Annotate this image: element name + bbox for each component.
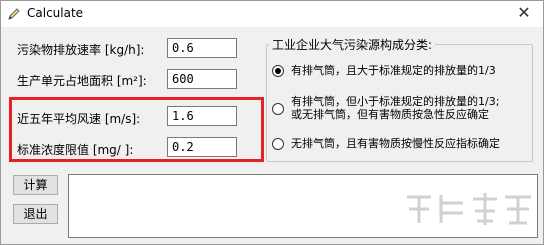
radio-option-2-label-line2[interactable]: 或无排气筒，但有害物质按急性反应确定	[291, 108, 489, 121]
area-label: 生产单元占地面积 [m²]:	[17, 74, 147, 88]
concentration-limit-label: 标准浓度限值 [mg/ ]:	[17, 143, 134, 157]
exit-button[interactable]: 退出	[13, 204, 58, 224]
watermark-logo	[407, 193, 531, 225]
calculate-button[interactable]: 计算	[13, 175, 58, 195]
group-title: 工业企业大气污染源构成分类:	[269, 36, 436, 53]
radio-option-1-label[interactable]: 有排气筒，且大于标准规定的排放量的1/3	[291, 64, 496, 77]
radio-option-3-label[interactable]: 无排气筒，且有害物质按慢性反应指标确定	[291, 137, 500, 150]
wind-speed-label: 近五年平均风速 [m/s]:	[17, 112, 141, 126]
pencil-icon	[8, 8, 20, 20]
title-bar: Calculate ✕	[1, 1, 543, 27]
close-button[interactable]: ✕	[509, 2, 539, 24]
radio-option-1[interactable]	[272, 65, 284, 77]
emission-rate-label: 污染物排放速率 [kg/h]:	[17, 43, 145, 57]
radio-option-2-label-line1[interactable]: 有排气筒，但小于标准规定的排放量的1/3;	[291, 95, 499, 108]
emission-rate-input[interactable]: 0.6	[167, 38, 237, 58]
calculate-window: Calculate ✕ 污染物排放速率 [kg/h]: 0.6 生产单元占地面积…	[0, 0, 544, 245]
wind-speed-input[interactable]: 1.6	[167, 106, 237, 126]
area-input[interactable]: 600	[167, 69, 237, 89]
radio-option-2[interactable]	[272, 103, 284, 115]
concentration-limit-input[interactable]: 0.2	[167, 137, 237, 157]
radio-option-3[interactable]	[272, 138, 284, 150]
window-title: Calculate	[27, 6, 84, 20]
